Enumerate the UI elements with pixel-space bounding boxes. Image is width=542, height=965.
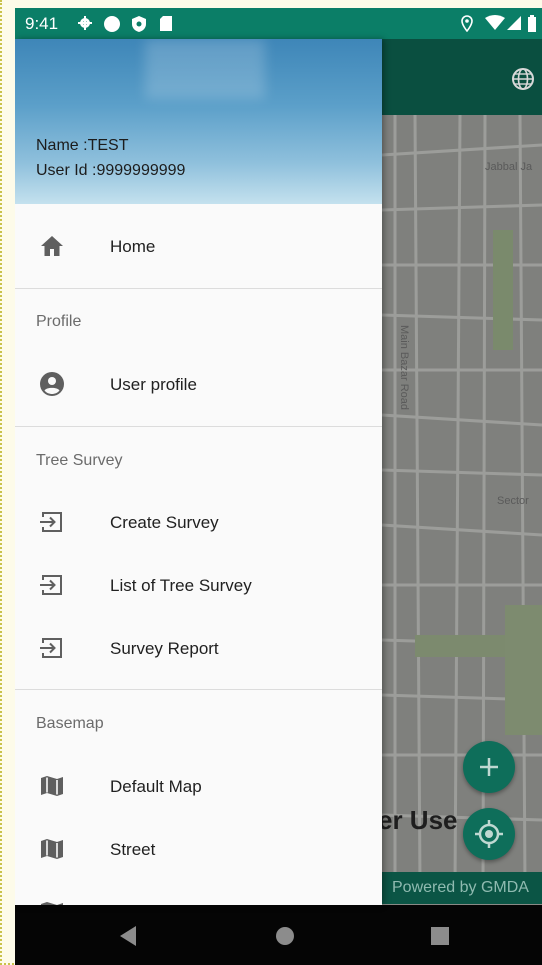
section-header-tree-survey: Tree Survey (36, 452, 123, 469)
map-sector-label: Sector (497, 495, 529, 507)
login-icon (40, 512, 62, 532)
nav-item-partial[interactable] (15, 885, 382, 905)
status-bar: 9:41 (15, 8, 542, 39)
system-nav-bar (15, 905, 542, 965)
user-name: Name :TEST (36, 137, 129, 154)
wifi-icon (485, 15, 505, 30)
divider (15, 426, 382, 427)
powered-by-text: Powered by GMDA (392, 879, 529, 896)
globe-icon[interactable] (511, 67, 535, 91)
circle-icon (104, 16, 120, 32)
map-icon (41, 776, 63, 796)
nav-item-survey-report[interactable]: Survey Report (15, 621, 382, 677)
divider (15, 288, 382, 289)
section-header-basemap: Basemap (36, 715, 104, 732)
crosshair-icon (475, 820, 503, 848)
nav-item-label: List of Tree Survey (110, 576, 252, 595)
map-icon (41, 902, 63, 905)
header-background-image (145, 39, 265, 99)
shield-icon (132, 16, 146, 32)
map-road-label: Main Bazar Road (398, 325, 410, 410)
section-header-profile: Profile (36, 313, 82, 330)
status-time: 9:41 (25, 14, 59, 33)
nav-item-label: Default Map (110, 777, 202, 796)
map-overlay-text: er Use (378, 805, 458, 835)
nav-item-label: Street (110, 840, 156, 859)
nav-item-default-map[interactable]: Default Map (15, 759, 382, 815)
home-nav-icon[interactable] (274, 925, 296, 947)
my-location-button[interactable] (463, 808, 515, 860)
divider (15, 689, 382, 690)
settings-icon (78, 16, 92, 30)
battery-icon (528, 15, 536, 32)
nav-item-user-profile[interactable]: User profile (15, 357, 382, 413)
home-icon (41, 236, 63, 256)
nav-item-create-survey[interactable]: Create Survey (15, 495, 382, 551)
location-icon (461, 15, 473, 32)
add-button[interactable] (463, 741, 515, 793)
account-circle-icon (40, 372, 64, 396)
phone-screen: 9:41 Jabbal Ja Main Bazar Road Sector er… (15, 8, 542, 965)
login-icon (40, 638, 62, 658)
drawer-header: Name :TEST User Id :9999999999 (15, 39, 382, 204)
login-icon (40, 575, 62, 595)
nav-item-label: User profile (110, 375, 197, 394)
map-label: Jabbal Ja (485, 161, 533, 173)
map-icon (41, 839, 63, 859)
nav-item-home[interactable]: Home (15, 219, 382, 275)
navigation-drawer: Name :TEST User Id :9999999999 Home Prof… (15, 39, 382, 905)
nav-item-label: Home (110, 237, 156, 256)
plus-icon (480, 758, 498, 776)
sd-card-icon (160, 16, 172, 31)
signal-icon (507, 16, 521, 30)
nav-item-street[interactable]: Street (15, 822, 382, 878)
nav-item-list-tree-survey[interactable]: List of Tree Survey (15, 558, 382, 614)
recents-icon[interactable] (430, 926, 450, 946)
back-icon[interactable] (118, 925, 138, 947)
user-id: User Id :9999999999 (36, 162, 186, 179)
nav-item-label: Create Survey (110, 513, 219, 532)
nav-item-label: Survey Report (110, 639, 219, 658)
